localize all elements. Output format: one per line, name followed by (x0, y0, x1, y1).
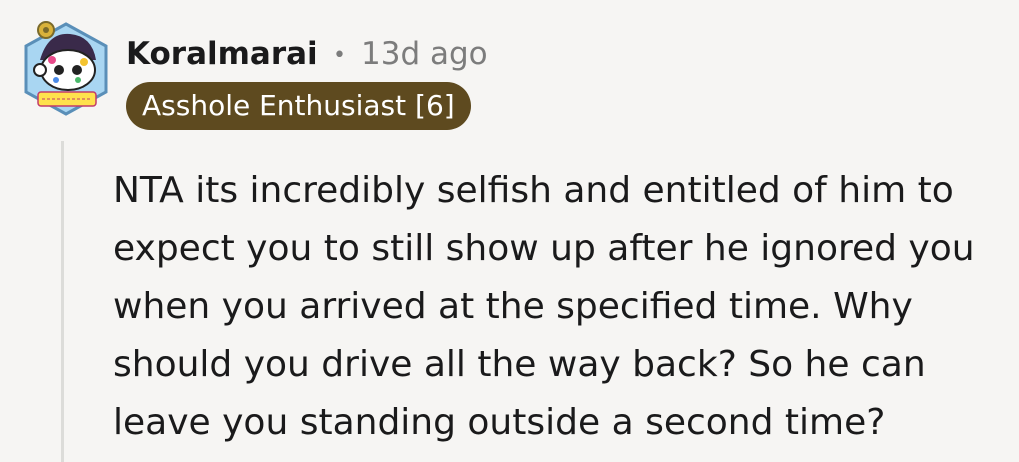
snoo-avatar-icon (24, 21, 108, 116)
comment-body: NTA its incredibly selfish and entitled … (113, 170, 975, 443)
comment: Koralmarai • 13d ago Asshole Enthusiast … (0, 0, 1019, 462)
thread-line[interactable] (61, 141, 64, 462)
avatar[interactable] (18, 16, 114, 120)
meta-separator: • (333, 43, 346, 68)
timestamp-link[interactable]: 13d ago (361, 34, 488, 74)
username-link[interactable]: Koralmarai (126, 34, 318, 74)
user-flair: Asshole Enthusiast [6] (126, 82, 471, 130)
